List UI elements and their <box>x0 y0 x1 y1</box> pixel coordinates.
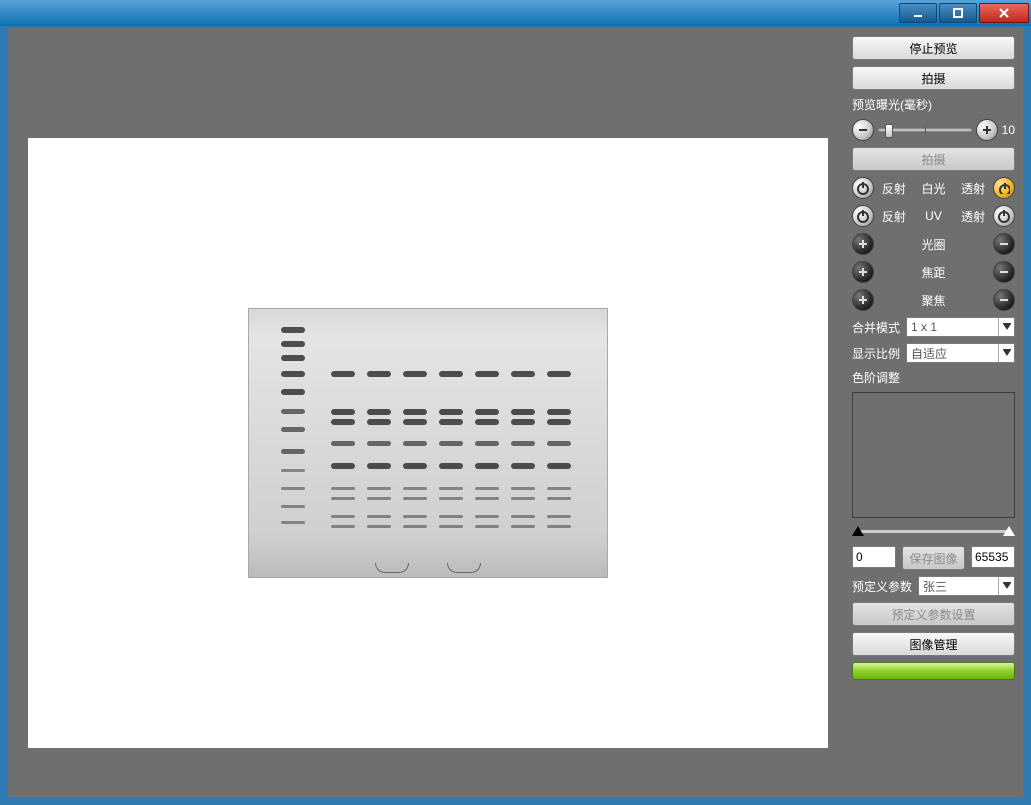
chevron-down-icon <box>998 344 1014 362</box>
exposure-plus-button[interactable] <box>976 119 998 141</box>
capture-button[interactable]: 拍摄 <box>852 66 1015 90</box>
capture-disabled-button: 拍摄 <box>852 147 1015 171</box>
canvas-area <box>8 28 848 797</box>
window-titlebar <box>0 0 1031 26</box>
image-manage-button[interactable]: 图像管理 <box>852 632 1015 656</box>
maximize-button[interactable] <box>939 3 977 23</box>
display-ratio-value: 自适应 <box>911 345 947 362</box>
histogram-slider[interactable] <box>852 526 1015 536</box>
gel-image <box>248 308 608 578</box>
display-ratio-select[interactable]: 自适应 <box>906 343 1015 363</box>
histogram-area <box>852 392 1015 518</box>
close-icon <box>998 7 1010 19</box>
minus-icon <box>857 124 869 136</box>
chevron-down-icon <box>998 577 1014 595</box>
preset-value: 张三 <box>923 578 947 595</box>
tone-adjust-label: 色阶调整 <box>852 369 1015 386</box>
preset-label: 预定义参数 <box>852 578 912 595</box>
plus-icon <box>857 294 869 306</box>
power-icon <box>856 209 870 223</box>
focus-plus-button[interactable] <box>852 289 874 311</box>
minus-icon <box>998 238 1010 250</box>
hist-high-input[interactable] <box>971 546 1015 568</box>
maximize-icon <box>952 7 964 19</box>
trans-white-label: 透射 <box>953 180 993 197</box>
focal-label: 焦距 <box>874 264 993 281</box>
exposure-label: 预览曝光(毫秒) <box>852 96 1015 113</box>
plus-icon <box>857 266 869 278</box>
reflect-white-label: 反射 <box>874 180 914 197</box>
power-icon <box>856 181 870 195</box>
power-icon <box>998 182 1010 194</box>
minimize-button[interactable] <box>899 3 937 23</box>
reflect-white-power-button[interactable] <box>852 177 874 199</box>
plus-icon <box>981 124 993 136</box>
minimize-icon <box>912 7 924 19</box>
white-light-label: 白光 <box>914 180 954 197</box>
minus-icon <box>998 294 1010 306</box>
minus-icon <box>998 266 1010 278</box>
trans-white-power-button[interactable] <box>993 177 1015 199</box>
merge-mode-value: 1 x 1 <box>911 320 937 334</box>
progress-bar <box>852 662 1015 680</box>
preset-select[interactable]: 张三 <box>918 576 1015 596</box>
trans-uv-label: 透射 <box>953 208 993 225</box>
power-icon <box>997 209 1011 223</box>
reflect-uv-label: 反射 <box>874 208 914 225</box>
focal-plus-button[interactable] <box>852 261 874 283</box>
reflect-uv-power-button[interactable] <box>852 205 874 227</box>
focus-label: 聚焦 <box>874 292 993 309</box>
control-panel: 停止预览 拍摄 预览曝光(毫秒) 10 拍摄 反射 白光 透射 反射 UV 透射… <box>848 28 1023 797</box>
trans-uv-power-button[interactable] <box>993 205 1015 227</box>
exposure-minus-button[interactable] <box>852 119 874 141</box>
save-image-button: 保存图像 <box>902 546 965 570</box>
preview-frame <box>28 138 828 748</box>
aperture-minus-button[interactable] <box>993 233 1015 255</box>
focal-minus-button[interactable] <box>993 261 1015 283</box>
stop-preview-button[interactable]: 停止预览 <box>852 36 1015 60</box>
exposure-slider[interactable] <box>878 128 972 132</box>
focus-minus-button[interactable] <box>993 289 1015 311</box>
hist-low-input[interactable] <box>852 546 896 568</box>
aperture-label: 光圈 <box>874 236 993 253</box>
merge-mode-select[interactable]: 1 x 1 <box>906 317 1015 337</box>
preset-settings-button[interactable]: 预定义参数设置 <box>852 602 1015 626</box>
chevron-down-icon <box>998 318 1014 336</box>
uv-label: UV <box>914 209 954 223</box>
plus-icon <box>857 238 869 250</box>
aperture-plus-button[interactable] <box>852 233 874 255</box>
display-ratio-label: 显示比例 <box>852 345 900 362</box>
exposure-value: 10 <box>1002 123 1015 137</box>
merge-mode-label: 合并模式 <box>852 319 900 336</box>
close-button[interactable] <box>979 3 1029 23</box>
